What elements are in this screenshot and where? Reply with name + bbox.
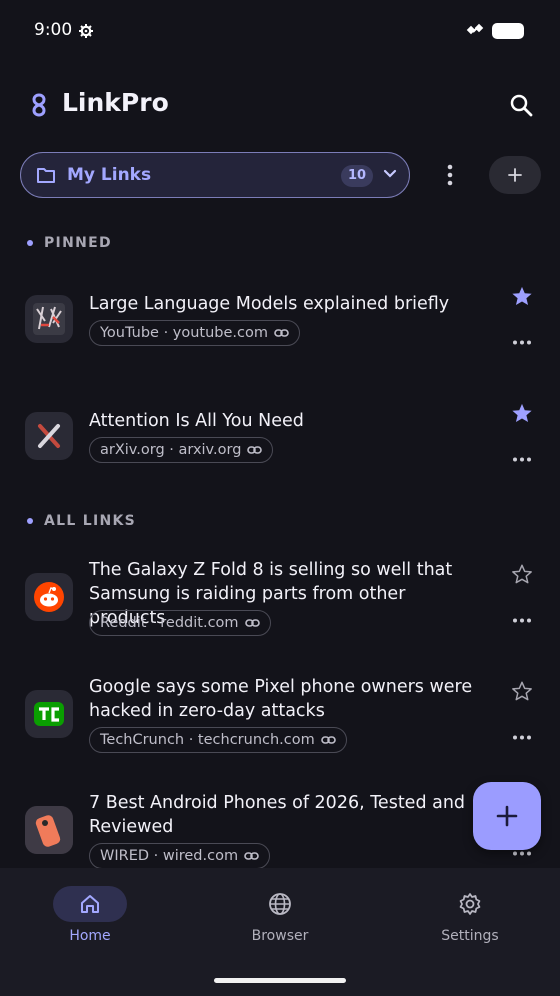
star-filled-icon[interactable] [511, 402, 533, 424]
nav-settings-label: Settings [441, 928, 499, 944]
link-icon [244, 619, 260, 627]
source-chip[interactable]: arXiv.org · arxiv.org [89, 437, 274, 463]
nav-browser-label: Browser [251, 928, 309, 944]
link-title: 7 Best Android Phones of 2026, Tested an… [89, 793, 466, 837]
youtube-thumbnail [25, 295, 73, 343]
nav-home[interactable]: Home [20, 886, 160, 944]
link-icon [247, 446, 263, 454]
link-icon [244, 852, 259, 860]
source-label: WIRED · wired.com [100, 847, 239, 864]
link-icon [320, 736, 336, 744]
wired-thumbnail [25, 806, 73, 854]
nav-settings[interactable]: Settings [400, 886, 540, 944]
more-horizontal-icon[interactable] [512, 851, 532, 856]
star-outline-icon[interactable] [511, 680, 533, 702]
nav-home-label: Home [69, 928, 111, 944]
link-item[interactable]: Google says some Pixel phone owners were… [0, 665, 560, 765]
section-dot [27, 518, 33, 524]
source-chip[interactable]: YouTube · youtube.com [89, 320, 301, 346]
add-link-fab[interactable] [473, 782, 541, 850]
techcrunch-thumbnail [25, 690, 73, 738]
more-horizontal-icon[interactable] [512, 457, 532, 462]
plus-icon [496, 805, 518, 827]
arxiv-thumbnail [25, 412, 73, 460]
chevron-down-icon [383, 169, 397, 178]
source-label: YouTube · youtube.com [100, 324, 269, 341]
link-title: Attention Is All You Need [89, 411, 304, 431]
link-icon [274, 329, 289, 337]
link-title: Google says some Pixel phone owners were… [89, 677, 473, 721]
collection-label: My Links [67, 165, 152, 185]
folder-icon [37, 168, 55, 183]
home-icon [81, 895, 99, 913]
add-collection-button[interactable] [489, 156, 541, 194]
status-bar: 9:00 [0, 0, 560, 62]
bottom-navigation: Home Browser Settings [0, 868, 560, 996]
section-all-links-heading: ALL LINKS [44, 513, 137, 529]
source-chip[interactable]: TechCrunch · techcrunch.com [89, 727, 347, 753]
link-title: Large Language Models explained briefly [89, 294, 450, 314]
gear-icon [459, 893, 481, 915]
battery-icon [492, 23, 524, 39]
plus-icon [508, 168, 522, 182]
star-filled-icon[interactable] [511, 285, 533, 307]
globe-icon [269, 893, 291, 915]
more-horizontal-icon[interactable] [512, 340, 532, 345]
nav-active-indicator [53, 886, 127, 922]
source-label: TechCrunch · techcrunch.com [100, 731, 315, 748]
app-title: LinkPro [62, 88, 169, 117]
source-label: arXiv.org · arxiv.org [100, 441, 242, 458]
search-icon[interactable] [509, 93, 533, 117]
link-count-badge: 10 [341, 165, 373, 187]
home-indicator[interactable] [214, 978, 346, 983]
satellite-icon [466, 23, 484, 35]
more-horizontal-icon[interactable] [512, 618, 532, 623]
link-item[interactable]: The Galaxy Z Fold 8 is selling so well t… [0, 548, 560, 648]
source-label: Reddit · reddit.com [100, 614, 239, 631]
section-dot [27, 240, 33, 246]
nav-browser[interactable]: Browser [210, 886, 350, 944]
more-horizontal-icon[interactable] [512, 735, 532, 740]
section-pinned-heading: PINNED [44, 235, 112, 251]
link-item[interactable]: Attention Is All You Need arXiv.org · ar… [0, 387, 560, 487]
status-time: 9:00 [34, 20, 73, 40]
source-chip[interactable]: Reddit · reddit.com [89, 610, 271, 636]
source-chip[interactable]: WIRED · wired.com [89, 843, 271, 868]
collection-selector[interactable]: My Links 10 [20, 152, 410, 198]
star-outline-icon[interactable] [511, 563, 533, 585]
reddit-thumbnail [25, 573, 73, 621]
overflow-menu-icon[interactable] [446, 164, 454, 186]
settings-gear-status-icon [79, 24, 93, 38]
link-logo-icon [32, 93, 46, 117]
link-item[interactable]: Large Language Models explained briefly … [0, 270, 560, 370]
